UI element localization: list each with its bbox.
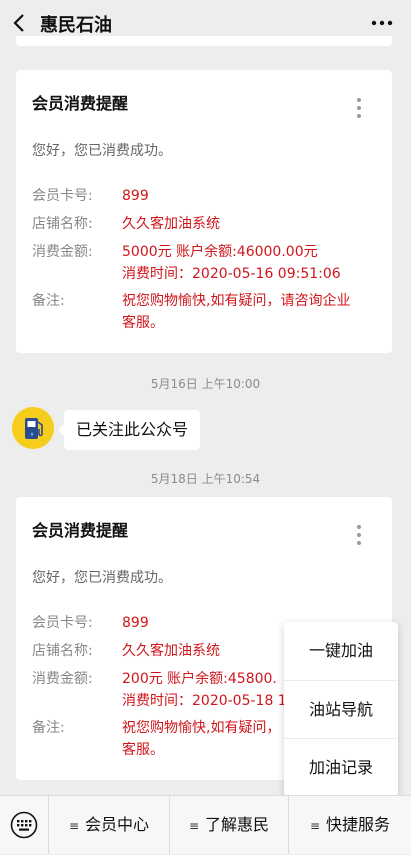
follow-message-bubble: 已关注此公众号 — [57, 410, 201, 450]
menu-quick-service[interactable]: ≡ 快捷服务 — [289, 796, 411, 854]
row-label: 店铺名称: — [32, 643, 93, 659]
message-timestamp: 5月18日 上午10:54 — [150, 472, 261, 486]
submenu-item-one-click-refuel[interactable]: 一键加油 — [284, 622, 398, 680]
row-value: 5000元 账户余额:46000.00元 — [122, 244, 318, 260]
more-options-icon[interactable] — [371, 14, 393, 32]
menu-label: 快捷服务 — [326, 815, 391, 834]
submenu-item-refuel-records[interactable]: 加油记录 — [284, 738, 398, 797]
submenu-item-station-navigation[interactable]: 油站导航 — [284, 680, 398, 739]
card-title: 会员消费提醒 — [32, 521, 129, 540]
card-greeting: 您好，您已消费成功。 — [32, 570, 172, 586]
menu-bars-icon: ≡ — [68, 819, 80, 833]
card-greeting: 您好，您已消费成功。 — [32, 143, 172, 159]
menu-label: 了解惠民 — [205, 815, 270, 834]
bottom-menu-bar: ≡ 会员中心 ≡ 了解惠民 ≡ 快捷服务 — [0, 795, 411, 854]
card-title: 会员消费提醒 — [32, 94, 129, 113]
row-value: 消费时间：2020-05-16 09:51:06 — [122, 266, 341, 282]
row-label: 店铺名称: — [32, 216, 93, 232]
row-label: 消费金额: — [32, 244, 93, 260]
consumption-card[interactable]: 会员消费提醒 您好，您已消费成功。 会员卡号: 899 店铺名称: 久久客加油系… — [16, 70, 392, 353]
card-menu-icon[interactable] — [356, 98, 362, 120]
menu-about-huimin[interactable]: ≡ 了解惠民 — [170, 796, 289, 854]
quick-service-submenu: 一键加油 油站导航 加油记录 — [284, 622, 398, 797]
row-label: 消费金额: — [32, 671, 93, 687]
row-value: 899 — [122, 188, 149, 204]
account-avatar[interactable] — [12, 407, 54, 449]
row-value: 久久客加油系统 — [122, 216, 220, 232]
row-label: 会员卡号: — [32, 615, 93, 631]
message-timestamp: 5月16日 上午10:00 — [150, 377, 261, 391]
row-label: 会员卡号: — [32, 188, 93, 204]
back-arrow-icon[interactable] — [10, 12, 30, 34]
row-label: 备注: — [32, 293, 65, 309]
keyboard-toggle[interactable] — [0, 796, 49, 854]
row-value: 祝您购物愉快,如有疑问，请咨询企业 — [122, 293, 351, 309]
chat-title: 惠民石油 — [40, 15, 112, 36]
menu-label: 会员中心 — [85, 815, 150, 834]
menu-bars-icon: ≡ — [309, 819, 321, 833]
fuel-pump-icon — [12, 407, 54, 449]
row-label: 备注: — [32, 720, 65, 736]
keyboard-icon — [10, 811, 38, 839]
menu-bars-icon: ≡ — [188, 819, 200, 833]
card-menu-icon[interactable] — [356, 525, 362, 547]
previous-card-bottom — [16, 36, 392, 46]
row-value: 客服。 — [122, 315, 164, 331]
menu-member-center[interactable]: ≡ 会员中心 — [49, 796, 170, 854]
